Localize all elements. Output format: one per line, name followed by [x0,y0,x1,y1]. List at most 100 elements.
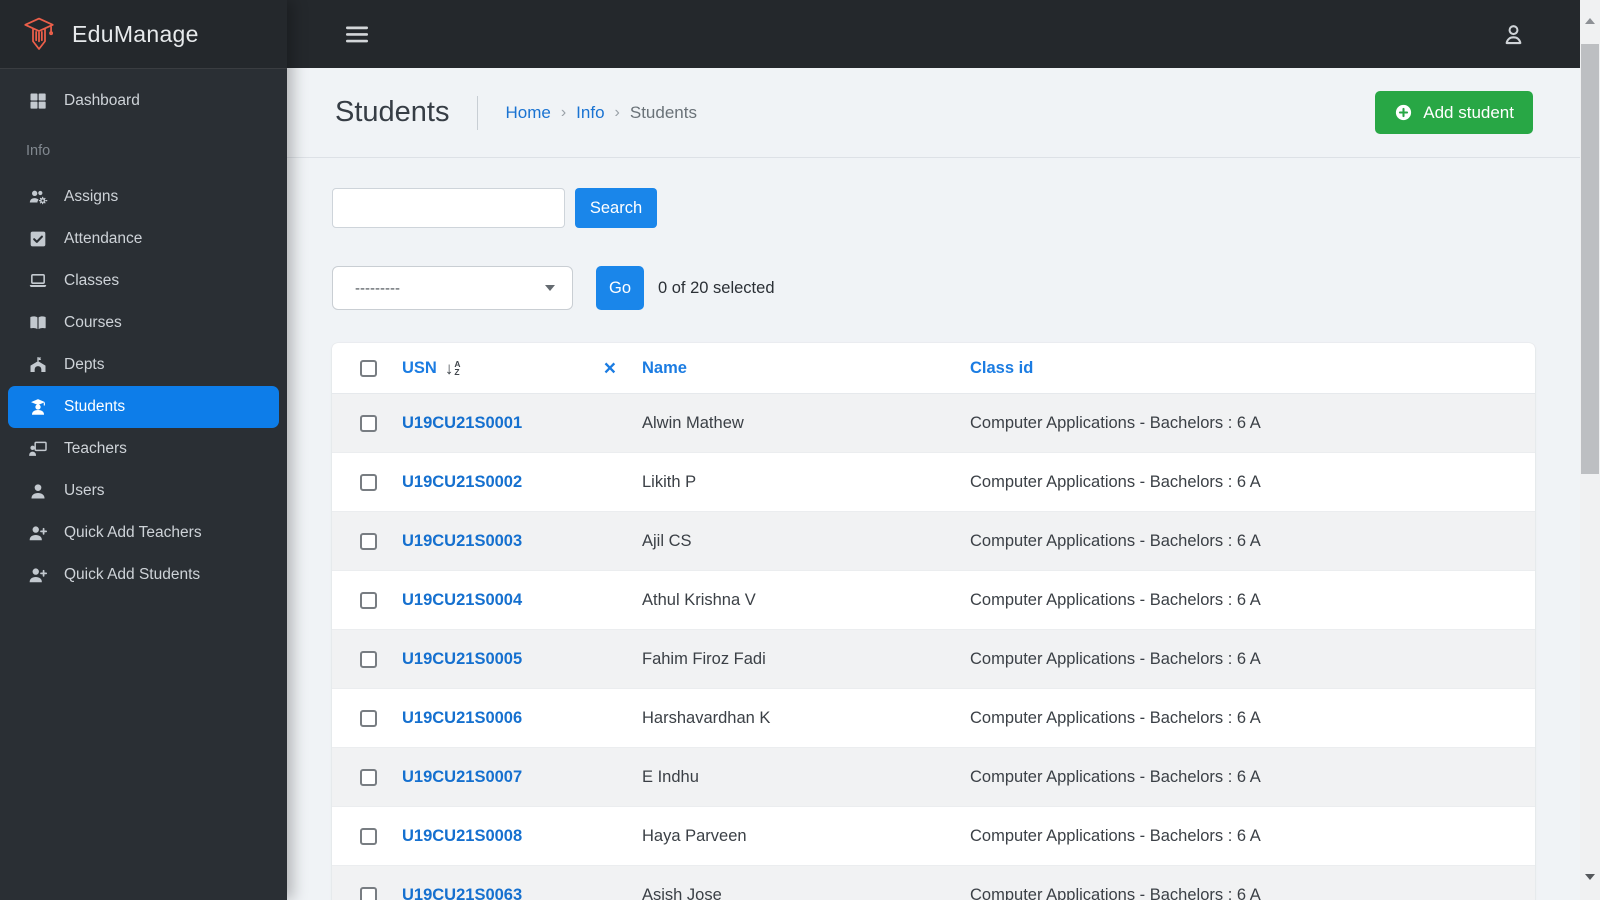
sidebar-item-label: Courses [64,314,122,331]
topbar [287,0,1580,68]
class-id: Computer Applications - Bachelors : 6 A [970,531,1261,550]
sidebar-item-quick-add-students[interactable]: Quick Add Students [8,554,279,596]
book-open-icon [26,313,49,333]
user-outline-icon[interactable] [1500,21,1527,48]
class-id: Computer Applications - Bachelors : 6 A [970,708,1261,727]
go-button[interactable]: Go [596,266,644,310]
column-header-usn[interactable]: USN [402,359,437,378]
search-row: Search [332,188,1535,228]
school-icon [26,355,49,375]
brand-name: EduManage [72,20,199,47]
action-select-value: --------- [355,279,400,297]
row-checkbox[interactable] [360,414,377,432]
sidebar-item-assigns[interactable]: Assigns [8,176,279,218]
table-row: U19CU21S0002 Likith P Computer Applicati… [332,453,1535,512]
row-checkbox[interactable] [360,886,377,900]
table-row: U19CU21S0003 Ajil CS Computer Applicatio… [332,512,1535,571]
row-checkbox[interactable] [360,650,377,668]
sidebar-item-label: Quick Add Students [64,566,201,583]
clear-sort-icon[interactable]: × [604,358,616,379]
sidebar-item-label: Dashboard [64,92,140,109]
sidebar-section-label: Info [26,143,51,159]
sidebar-item-courses[interactable]: Courses [8,302,279,344]
scroll-up-icon [1585,18,1595,24]
breadcrumb-separator: › [560,103,567,121]
table-row: U19CU21S0006 Harshavardhan K Computer Ap… [332,689,1535,748]
search-button[interactable]: Search [575,188,657,228]
student-name: E Indhu [642,767,699,786]
chevron-down-icon [545,285,555,291]
sidebar-item-label: Classes [64,272,120,289]
main-content: Students Home › Info › Students Add student … [287,68,1580,900]
scroll-down-icon [1585,874,1595,880]
class-id: Computer Applications - Bachelors : 6 A [970,472,1261,491]
sidebar-item-label: Students [64,398,126,415]
search-input[interactable] [332,188,565,228]
student-name: Asish Jose [642,885,722,900]
select-all-checkbox[interactable] [360,359,377,377]
window-scrollbar[interactable] [1580,0,1600,900]
hamburger-icon[interactable] [346,25,368,44]
student-name: Ajil CS [642,531,692,550]
row-checkbox[interactable] [360,473,377,491]
user-plus-icon [26,523,49,543]
scrollbar-down-button[interactable] [1580,874,1600,880]
scrollbar-up-button[interactable] [1580,0,1600,42]
sidebar-item-classes[interactable]: Classes [8,260,279,302]
class-id: Computer Applications - Bachelors : 6 A [970,885,1261,900]
row-checkbox[interactable] [360,709,377,727]
content-area: Search --------- Go 0 of 20 selected USN… [287,188,1580,900]
sidebar-item-teachers[interactable]: Teachers [8,428,279,470]
usn-link[interactable]: U19CU21S0005 [402,650,522,669]
table-row: U19CU21S0005 Fahim Firoz Fadi Computer A… [332,630,1535,689]
sidebar-item-label: Teachers [64,440,127,457]
row-checkbox[interactable] [360,532,377,550]
row-checkbox[interactable] [360,768,377,786]
sidebar: EduManage Dashboard Info Assigns Attendance… [0,0,287,900]
student-name: Likith P [642,472,697,491]
sidebar-item-dashboard[interactable]: Dashboard [8,80,279,122]
user-graduate-icon [26,397,49,417]
grid-icon [26,91,49,111]
add-student-button[interactable]: Add student [1375,91,1533,134]
scrollbar-thumb[interactable] [1581,44,1599,474]
row-checkbox[interactable] [360,591,377,609]
student-name: Athul Krishna V [642,590,756,609]
student-name: Haya Parveen [642,826,747,845]
sort-alpha-down-icon[interactable]: ↓ AZ [445,360,461,377]
sidebar-item-students[interactable]: Students [8,386,279,428]
usn-link[interactable]: U19CU21S0001 [402,414,522,433]
usn-link[interactable]: U19CU21S0002 [402,473,522,492]
breadcrumb-info[interactable]: Info [576,103,604,123]
action-select[interactable]: --------- [332,266,573,310]
usn-link[interactable]: U19CU21S0063 [402,886,522,900]
row-checkbox[interactable] [360,827,377,845]
sidebar-item-label: Depts [64,356,105,373]
student-name: Fahim Firoz Fadi [642,649,766,668]
users-gear-icon [26,187,49,207]
class-id: Computer Applications - Bachelors : 6 A [970,590,1261,609]
column-header-class-id[interactable]: Class id [970,359,1033,378]
table-row: U19CU21S0008 Haya Parveen Computer Appli… [332,807,1535,866]
table-row: U19CU21S0004 Athul Krishna V Computer Ap… [332,571,1535,630]
sidebar-item-depts[interactable]: Depts [8,344,279,386]
column-header-name[interactable]: Name [642,359,687,378]
selection-status: 0 of 20 selected [658,278,775,297]
class-id: Computer Applications - Bachelors : 6 A [970,413,1261,432]
sidebar-item-label: Assigns [64,188,119,205]
sidebar-item-attendance[interactable]: Attendance [8,218,279,260]
breadcrumb-separator: › [614,103,620,121]
usn-link[interactable]: U19CU21S0006 [402,709,522,728]
class-id: Computer Applications - Bachelors : 6 A [970,767,1261,786]
sidebar-item-users[interactable]: Users [8,470,279,512]
breadcrumb: Home › Info › Students [505,103,696,123]
table-row: U19CU21S0063 Asish Jose Computer Applica… [332,866,1535,900]
usn-link[interactable]: U19CU21S0003 [402,532,522,551]
usn-link[interactable]: U19CU21S0008 [402,827,522,846]
brand[interactable]: EduManage [0,0,287,69]
usn-link[interactable]: U19CU21S0004 [402,591,522,610]
usn-link[interactable]: U19CU21S0007 [402,768,522,787]
breadcrumb-home[interactable]: Home [505,103,550,123]
table-body: U19CU21S0001 Alwin Mathew Computer Appli… [332,394,1535,900]
sidebar-item-quick-add-teachers[interactable]: Quick Add Teachers [8,512,279,554]
